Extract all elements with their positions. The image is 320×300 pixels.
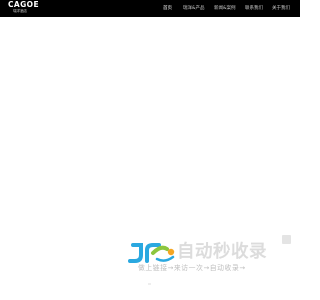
nav-item-contact[interactable]: 联系我们 xyxy=(245,4,263,13)
nav-item-about[interactable]: 关于我们 xyxy=(272,4,290,13)
badge-corner-icon xyxy=(282,235,291,244)
badge-title: 自动秒收录 xyxy=(177,242,267,262)
auto-index-badge[interactable]: 自动秒收录 做上链接→来访一次→自动收录→ xyxy=(127,234,295,274)
footer-dot xyxy=(148,283,151,285)
nav-item-home[interactable]: 首页 xyxy=(163,4,172,13)
top-navigation-bar: CAGOE 瑞洋酒店 首页 瑞洋&产品 新闻&案例 联系我们 关于我们 xyxy=(0,0,300,17)
nav-item-news[interactable]: 新闻&案例 xyxy=(214,4,236,13)
badge-tagline: 做上链接→来访一次→自动收录→ xyxy=(138,264,246,272)
jr-logo-icon xyxy=(128,243,175,263)
main-nav: 首页 瑞洋&产品 新闻&案例 联系我们 关于我们 xyxy=(0,0,300,17)
nav-item-products[interactable]: 瑞洋&产品 xyxy=(183,4,205,13)
